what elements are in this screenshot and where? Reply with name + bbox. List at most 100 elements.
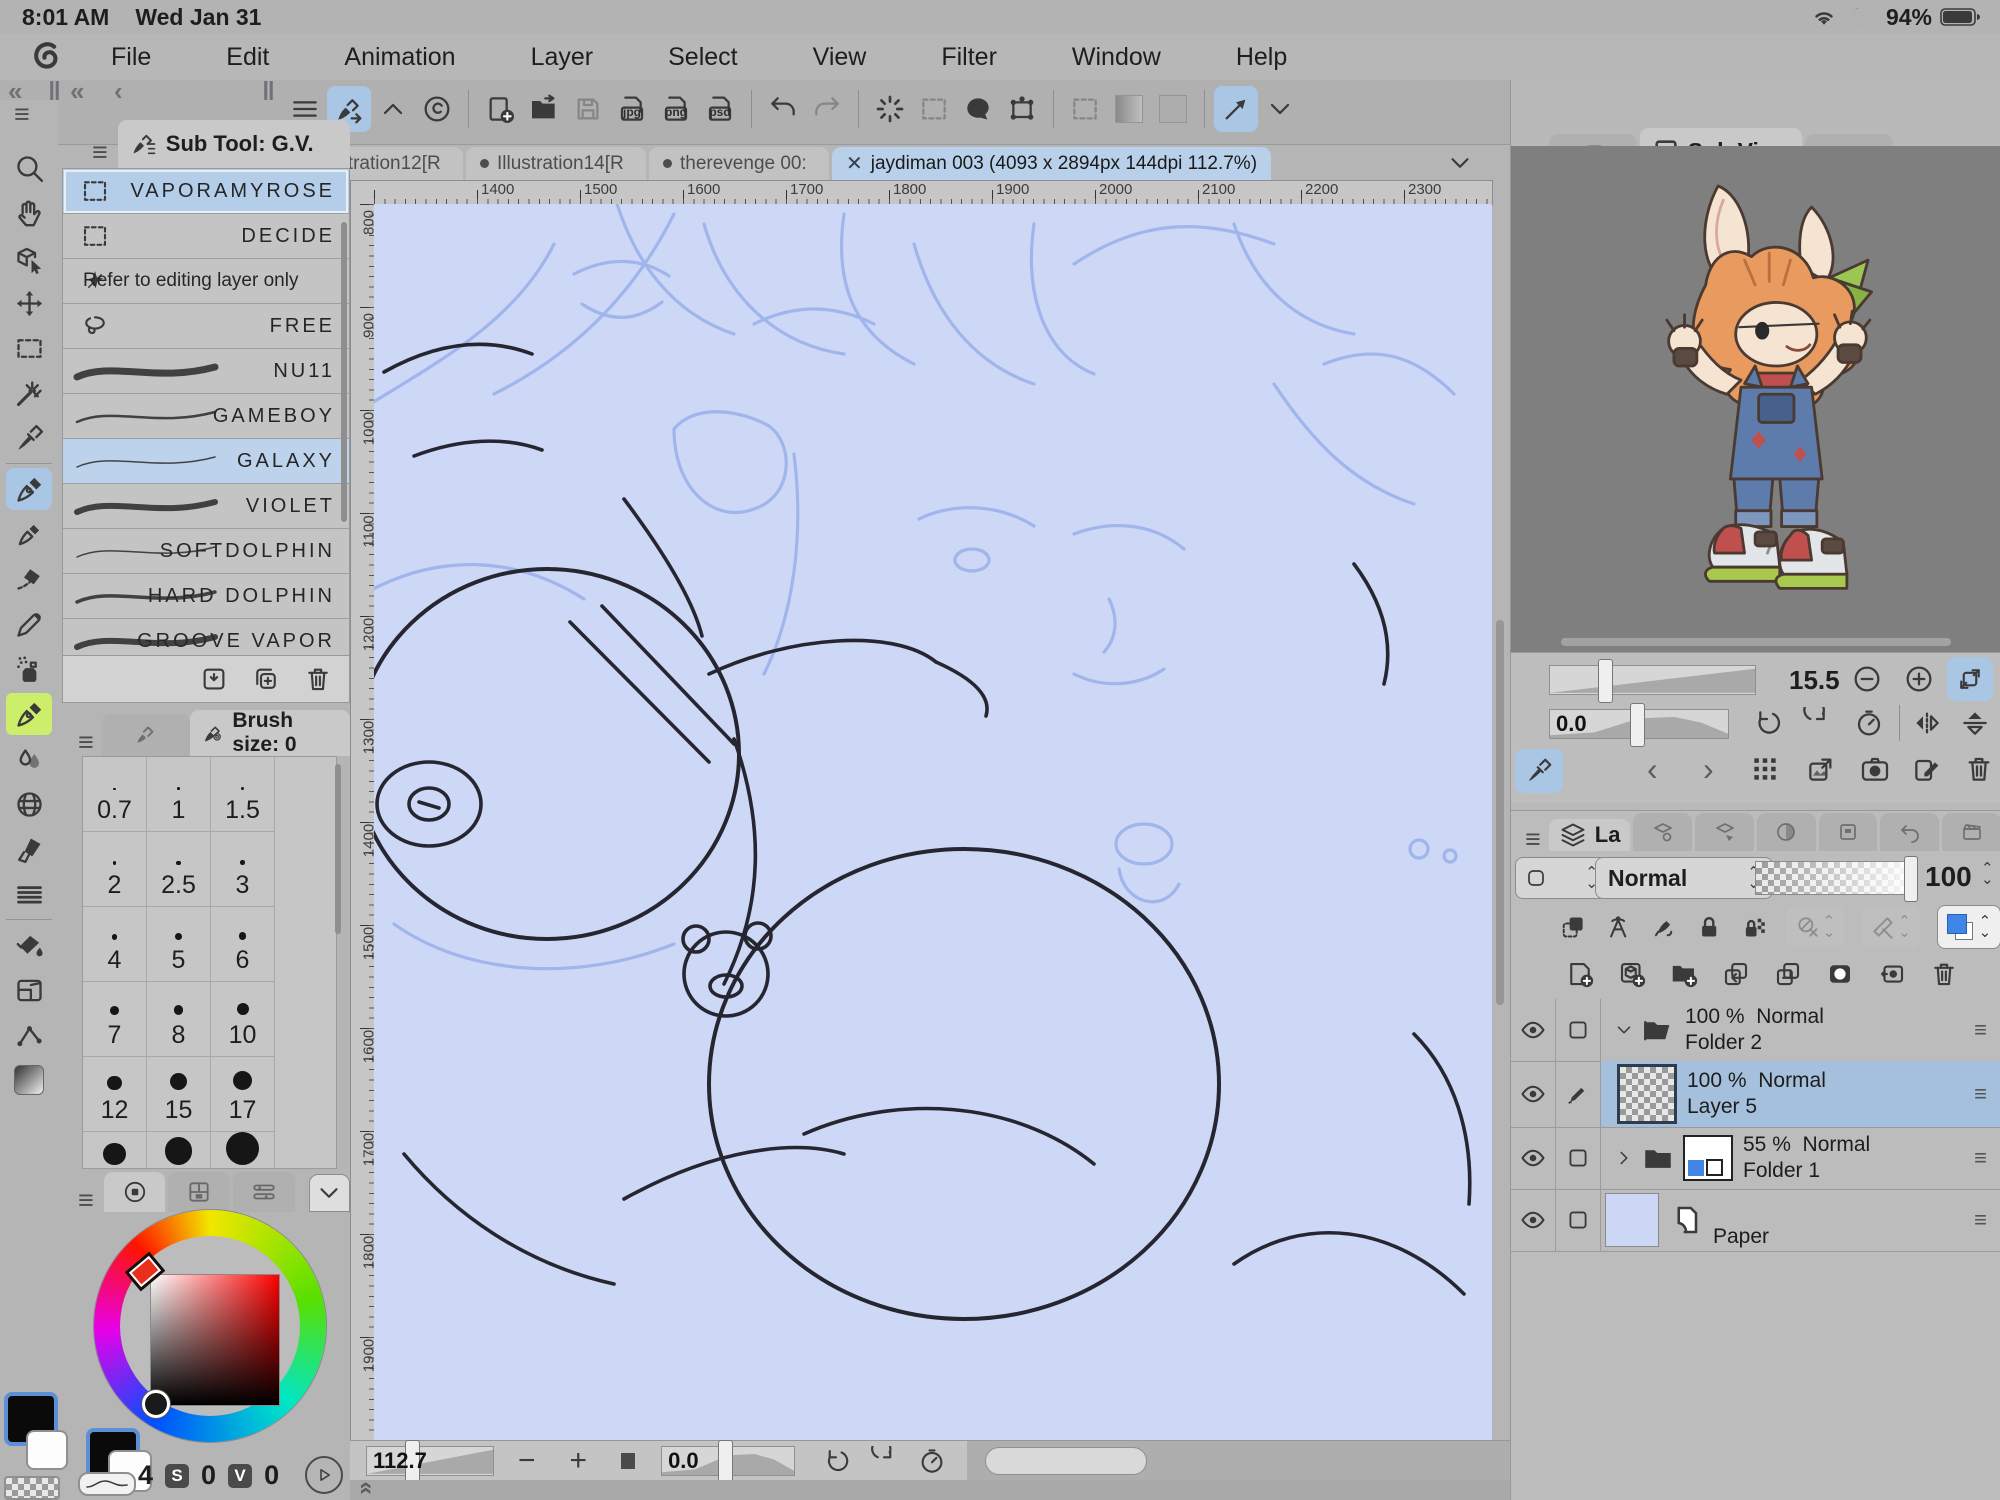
fill-area-button[interactable]	[1151, 86, 1195, 132]
tool-hand[interactable]	[6, 192, 52, 234]
color-history-button[interactable]	[305, 1456, 343, 1494]
document-tab[interactable]: ✕jaydiman 003 (4093 x 2894px 144dpi 112.…	[832, 147, 1271, 180]
opacity-handle[interactable]	[1904, 856, 1918, 902]
tool-pen[interactable]	[6, 468, 52, 510]
tab-selection[interactable]	[1819, 813, 1878, 851]
sub-view-h-scrollbar[interactable]	[1561, 638, 1951, 646]
sub-tool-item[interactable]: SOFTDOLPHIN	[63, 529, 349, 574]
layer-row[interactable]: 55 % NormalFolder 1≡	[1511, 1127, 2000, 1190]
import-tray-button[interactable]	[199, 664, 229, 694]
layer-visibility-cell[interactable]	[1511, 999, 1556, 1061]
tool-hatching[interactable]	[6, 873, 52, 915]
brush-size-cell[interactable]: 10	[211, 982, 275, 1057]
drag-handle-icon[interactable]: ‖	[262, 76, 275, 107]
export-png-button[interactable]: png	[654, 86, 698, 132]
mask-indicator-select[interactable]: ⌃⌄	[1786, 907, 1845, 947]
layer-row[interactable]: Paper≡	[1511, 1189, 2000, 1252]
sub-tool-item[interactable]: GALAXY	[63, 439, 349, 484]
layer-handle-icon[interactable]: ≡	[1974, 1148, 1987, 1168]
layer-row[interactable]: 100 % NormalFolder 2≡	[1511, 999, 2000, 1062]
canvas-horizontal-scrollbar[interactable]	[967, 1441, 1510, 1481]
canvas[interactable]	[374, 204, 1492, 1442]
collapse-panel-icon[interactable]: «	[70, 76, 84, 107]
tab-list-button[interactable]	[1437, 148, 1483, 178]
layer-handle-icon[interactable]: ≡	[1974, 1084, 1987, 1104]
zoom-slider[interactable]: 112.7	[366, 1446, 494, 1476]
tab-color-wheel[interactable]	[104, 1172, 166, 1212]
panel-menu-icon[interactable]: ≡	[78, 732, 94, 752]
apply-mask-icon[interactable]	[1877, 959, 1907, 989]
tool-airbrush[interactable]	[6, 648, 52, 690]
sub-view-zoom-slider[interactable]	[1549, 665, 1756, 695]
brush-size-cell[interactable]: 2	[83, 832, 147, 907]
layer-visibility-cell[interactable]	[1511, 1061, 1556, 1127]
layer-visibility-cell[interactable]	[1511, 1189, 1556, 1251]
collapse-chevron-icon[interactable]	[1613, 1019, 1635, 1041]
brush-size-cell[interactable]: 7	[83, 982, 147, 1057]
menu-item-animation[interactable]: Animation	[325, 39, 474, 76]
layer-thumbnail[interactable]	[1617, 1064, 1677, 1124]
rotate-cw-icon[interactable]	[869, 1446, 899, 1476]
layer-opacity-slider[interactable]	[1755, 861, 1915, 895]
lock-transparent-icon[interactable]	[1740, 912, 1768, 942]
sub-tool-item[interactable]: HARD DOLPHIN	[63, 574, 349, 619]
save-button[interactable]	[566, 86, 610, 132]
opacity-ramp-pill[interactable]	[78, 1472, 136, 1496]
edit-import-icon[interactable]	[1911, 753, 1943, 785]
expand-bottom-icon[interactable]: «	[353, 1481, 381, 1494]
document-tab[interactable]: therevenge 00:	[649, 147, 829, 180]
brush-size-cell[interactable]: 25	[147, 1132, 211, 1169]
zoom-in-button[interactable]: +	[570, 1444, 588, 1478]
layer-thumbnail[interactable]	[1683, 1135, 1733, 1181]
gradient-tool-button[interactable]	[1107, 86, 1151, 132]
trash-button[interactable]	[303, 664, 333, 694]
tool-pencil[interactable]	[6, 603, 52, 645]
tool-eraser[interactable]	[6, 558, 52, 600]
layer-edit-cell[interactable]	[1556, 1127, 1601, 1189]
brush-size-scrollbar[interactable]	[335, 764, 341, 934]
brush-size-cell[interactable]: 12	[83, 1057, 147, 1132]
chevron-down-button[interactable]	[1258, 86, 1302, 132]
brush-size-cell[interactable]: 5	[147, 907, 211, 982]
flip-horizontal-icon[interactable]	[1911, 707, 1943, 739]
sub-tool-item[interactable]: GAMEBOY	[63, 394, 349, 439]
sub-tool-item[interactable]: NU11	[63, 349, 349, 394]
reference-layer-icon[interactable]	[1604, 912, 1632, 942]
sub-tool-item[interactable]: VIOLET	[63, 484, 349, 529]
layer-edit-cell[interactable]	[1556, 999, 1601, 1061]
h-scroll-thumb[interactable]	[985, 1447, 1147, 1475]
tab-layers[interactable]: La	[1549, 819, 1631, 851]
undo-button[interactable]	[761, 86, 805, 132]
layer-edit-cell[interactable]	[1556, 1061, 1601, 1127]
layer-mask-icon[interactable]	[1825, 959, 1855, 989]
tab-history[interactable]	[1880, 813, 1939, 851]
panel-menu-icon[interactable]: ≡	[92, 142, 108, 162]
redo-button[interactable]	[805, 86, 849, 132]
rotate-cw-icon[interactable]	[1801, 707, 1833, 739]
duplicate-add-button[interactable]	[251, 664, 281, 694]
brush-size-cell[interactable]: 1.5	[211, 757, 275, 832]
menu-item-select[interactable]: Select	[649, 39, 756, 76]
sv-square[interactable]	[150, 1274, 280, 1406]
zoom-out-icon[interactable]	[1851, 663, 1883, 695]
rotate-ccw-icon[interactable]	[821, 1446, 851, 1476]
menu-item-view[interactable]: View	[794, 39, 886, 76]
brush-size-cell[interactable]: 8	[147, 982, 211, 1057]
tab-timeline[interactable]	[1942, 813, 2000, 851]
brush-size-cell[interactable]: 0.7	[83, 757, 147, 832]
sub-tool-scrollbar[interactable]	[341, 222, 347, 522]
brush-size-cell[interactable]: 3	[211, 832, 275, 907]
spinner-arrows-icon[interactable]: ⌃⌄	[1981, 863, 1994, 885]
menu-item-file[interactable]: File	[92, 39, 170, 76]
tool-strip-menu-icon[interactable]: ≡	[14, 104, 30, 124]
brush-size-cell[interactable]: 17	[211, 1057, 275, 1132]
open-image-icon[interactable]	[1805, 753, 1837, 785]
canvas-vertical-scrollbar[interactable]	[1496, 620, 1504, 1005]
flip-vertical-icon[interactable]	[1959, 707, 1991, 739]
rotate-ccw-icon[interactable]	[1751, 707, 1783, 739]
panel-collapse-button[interactable]	[309, 1174, 350, 1212]
tool-mesh[interactable]	[6, 783, 52, 825]
tool-frame[interactable]	[6, 969, 52, 1011]
merge-down-icon[interactable]	[1773, 959, 1803, 989]
brush-size-cell[interactable]: 30	[211, 1132, 275, 1169]
